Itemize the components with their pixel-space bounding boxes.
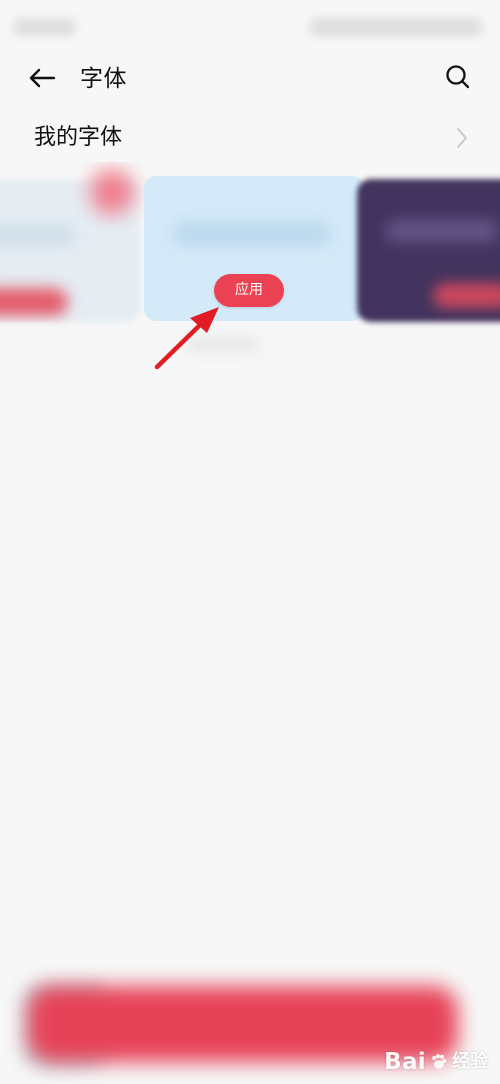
search-button[interactable] (438, 59, 478, 99)
font-card-right[interactable] (357, 179, 500, 322)
my-fonts-label: 我的字体 (34, 125, 123, 150)
font-card-right-preview-blur (387, 220, 497, 242)
font-card-left-button-blur (0, 288, 68, 316)
my-fonts-row[interactable]: 我的字体 (0, 112, 500, 164)
baidu-watermark: Bai 经验 (384, 1050, 488, 1074)
arrow-left-icon (28, 66, 56, 94)
font-card-label-blur (186, 338, 258, 352)
header: 字体 (0, 46, 500, 112)
font-carousel[interactable]: 应用 (0, 162, 500, 394)
chevron-right-icon (452, 126, 472, 150)
paw-icon (430, 1053, 448, 1071)
search-icon (444, 63, 472, 95)
font-card-right-button-blur (433, 283, 500, 308)
status-time-blur (14, 18, 76, 36)
apply-button[interactable]: 应用 (214, 274, 284, 307)
watermark-suffix: 经验 (452, 1051, 488, 1072)
page-title: 字体 (80, 66, 127, 92)
back-button[interactable] (22, 60, 62, 100)
watermark-logo: Bai (384, 1049, 426, 1075)
font-card-left-preview-blur (0, 224, 74, 246)
status-bar (0, 0, 500, 46)
font-card-center-preview-blur (174, 221, 330, 246)
status-icons-blur (310, 18, 482, 36)
font-card-left-accent (90, 169, 134, 215)
